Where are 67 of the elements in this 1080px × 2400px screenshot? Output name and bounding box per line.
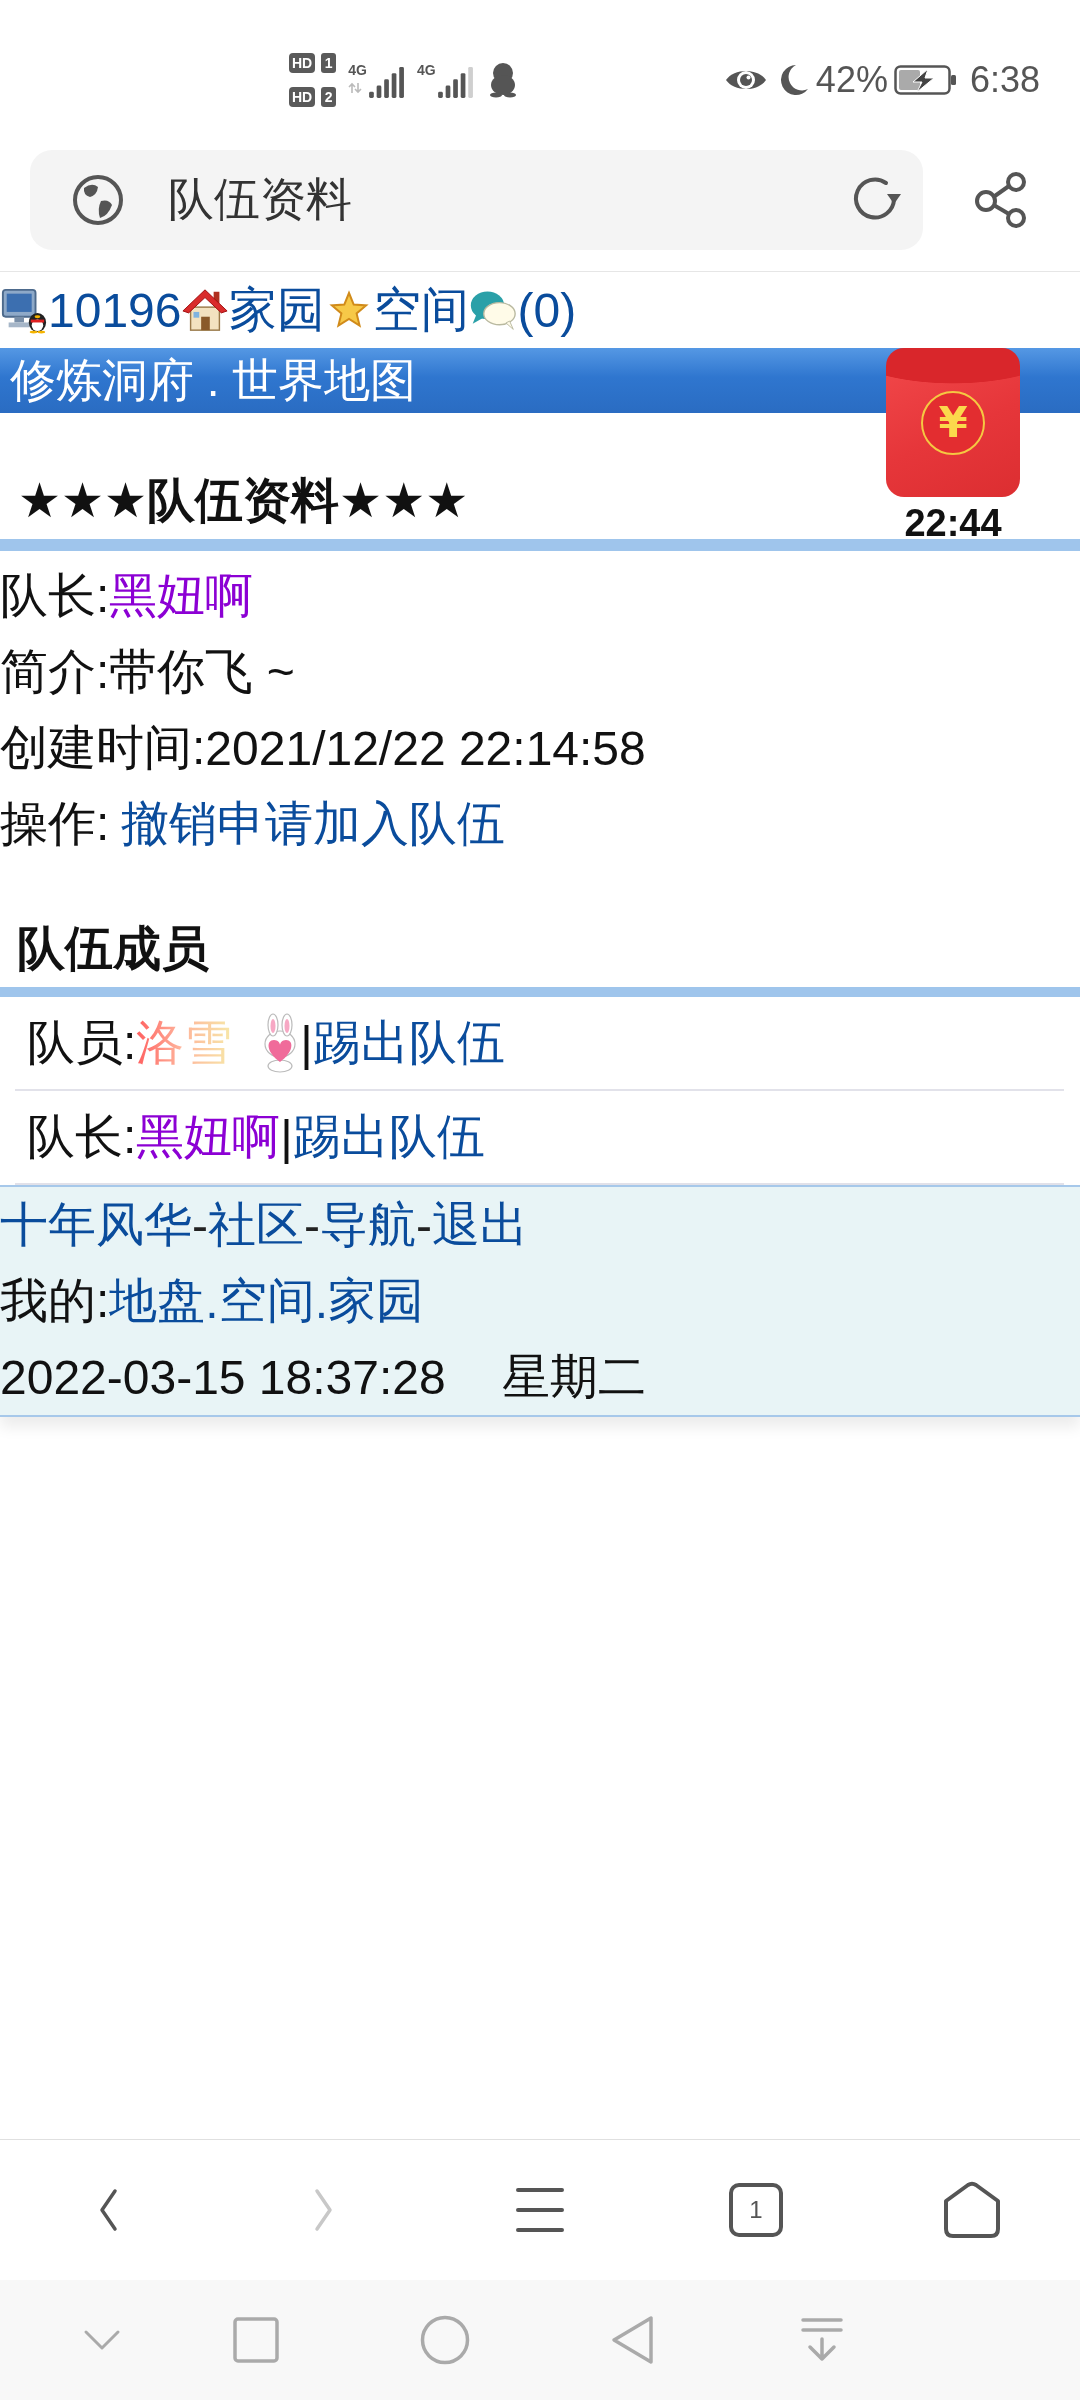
- footer-link[interactable]: 社区: [208, 1193, 304, 1257]
- section-heading: ★★★队伍资料★★★: [17, 473, 469, 529]
- field-label: 简介:: [0, 644, 110, 700]
- footer-link[interactable]: 空间: [218, 1269, 315, 1333]
- date-time-text: 2022-03-15 18:37:28: [0, 1349, 446, 1405]
- dash-separator: -: [192, 1197, 208, 1253]
- arrow-down-lines-icon[interactable]: [801, 2317, 843, 2363]
- penguin-icon: [487, 62, 518, 98]
- field-label: 创建时间:: [0, 720, 206, 776]
- countdown-timer: 22:44: [904, 503, 1002, 543]
- chevron-down-icon[interactable]: [83, 2329, 121, 2351]
- weekday-text: 星期二: [501, 1349, 646, 1405]
- footer-link[interactable]: 导航: [319, 1193, 416, 1257]
- dash-separator: -: [304, 1197, 320, 1253]
- clock-time: 6:38: [969, 60, 1040, 100]
- page-title: 队伍资料: [168, 171, 352, 227]
- share-icon[interactable]: [975, 171, 1027, 228]
- chevron-right-icon: [313, 2188, 335, 2232]
- triangle-icon[interactable]: [611, 2315, 655, 2365]
- footer-link[interactable]: 地盘: [109, 1269, 206, 1333]
- messages-link[interactable]: (0): [517, 282, 577, 338]
- section-heading: 队伍成员: [16, 921, 209, 977]
- signal-icon: [368, 66, 405, 98]
- battery-percent: 42%: [815, 60, 888, 100]
- role-label: 队长:: [27, 1109, 137, 1165]
- member-name-link[interactable]: 黑妞啊: [136, 1105, 281, 1169]
- globe-icon: [72, 173, 124, 226]
- circle-icon[interactable]: [420, 2315, 470, 2365]
- house-outline-icon: [942, 2181, 1002, 2239]
- role-label: 队员:: [27, 1015, 137, 1071]
- action-link[interactable]: 撤销申请加入队伍: [121, 792, 506, 856]
- footer-link[interactable]: 退出: [431, 1193, 528, 1257]
- footer-link[interactable]: 十年风华: [0, 1193, 192, 1257]
- field-label: 队长:: [0, 568, 110, 624]
- space-link[interactable]: 空间: [373, 278, 470, 342]
- sim-slot-badge: 2: [321, 87, 337, 107]
- hd-badge: HD: [289, 53, 316, 73]
- kick-link[interactable]: 踢出队伍: [292, 1105, 485, 1169]
- pipe-separator: |: [280, 1109, 293, 1165]
- home-link[interactable]: 家园: [229, 278, 326, 342]
- kick-link[interactable]: 踢出队伍: [312, 1011, 505, 1075]
- network-type-label: 4G: [416, 62, 436, 78]
- dot-separator: .: [314, 1273, 329, 1329]
- network-type-label: 4G: [348, 62, 367, 78]
- address-bar[interactable]: 队伍资料: [30, 149, 923, 250]
- star-icon: [329, 290, 370, 330]
- field-label: 操作:: [0, 796, 110, 852]
- dot-separator: .: [205, 1273, 219, 1329]
- dash-separator: -: [415, 1197, 432, 1253]
- hd-badge: HD: [289, 87, 316, 107]
- user-id-link[interactable]: 10196: [48, 282, 182, 338]
- menu-button[interactable]: [515, 2187, 565, 2233]
- menu-icon: [515, 2187, 565, 2233]
- square-icon[interactable]: [233, 2317, 279, 2363]
- field-value: 2021/12/22 22:14:58: [205, 720, 646, 776]
- field-value: 带你飞 ~: [109, 644, 295, 700]
- chevron-left-icon: [97, 2188, 119, 2232]
- user-name-link[interactable]: 黑妞啊: [109, 564, 254, 628]
- signal-icon: [437, 66, 474, 98]
- house-icon: [181, 286, 230, 334]
- tabs-button[interactable]: 1: [729, 2183, 783, 2237]
- back-button[interactable]: [97, 2188, 119, 2232]
- sim-slot-badge: 1: [321, 53, 337, 73]
- home-button[interactable]: [942, 2181, 1002, 2239]
- pipe-separator: |: [300, 1015, 313, 1071]
- footer-link[interactable]: 家园: [328, 1269, 425, 1333]
- mine-label: 我的:: [0, 1273, 110, 1329]
